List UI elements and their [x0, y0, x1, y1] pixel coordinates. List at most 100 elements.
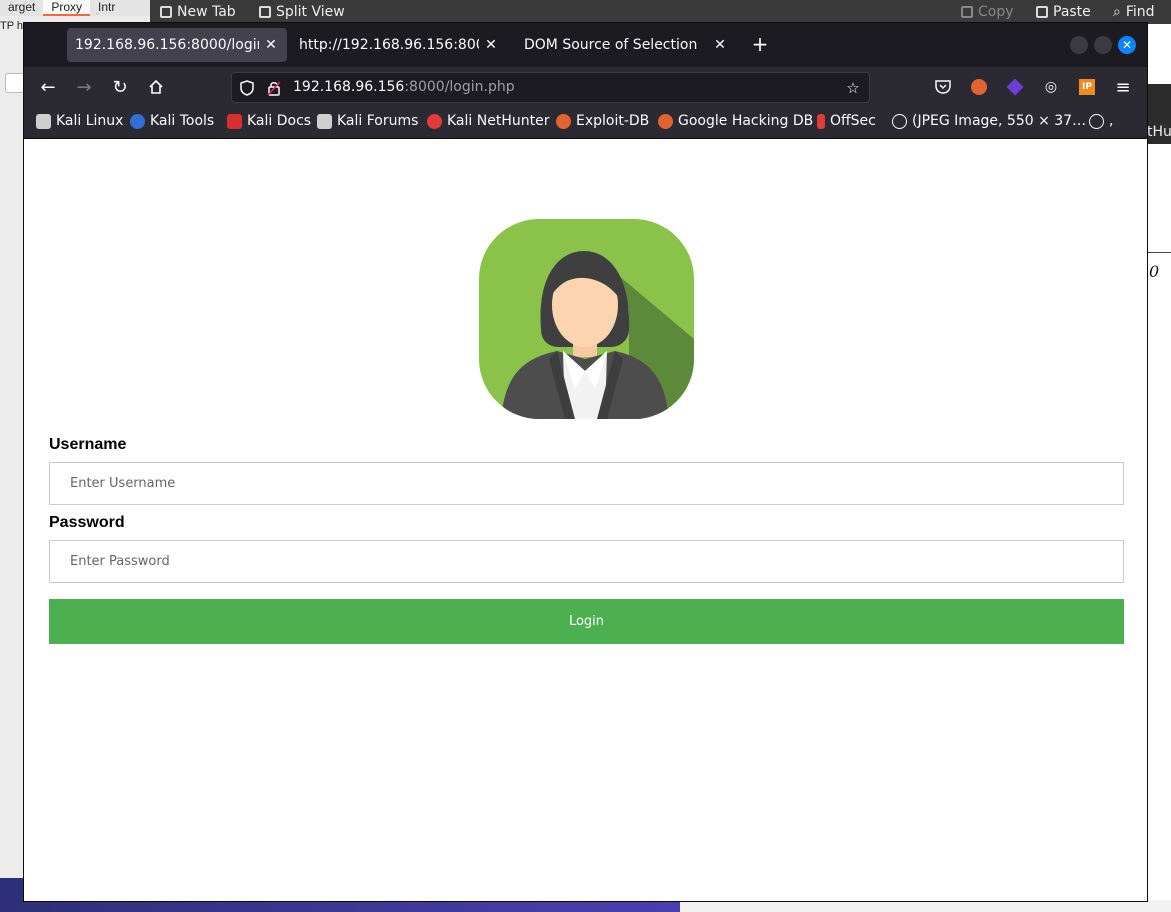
bookmark-label: Kali Forums: [337, 113, 419, 129]
pocket-svg: [935, 80, 951, 94]
nethunter-icon: [427, 113, 442, 129]
burp-tab-intruder[interactable]: Intr: [90, 0, 123, 16]
url-host: 192.168.96.156: [293, 79, 405, 95]
background-formula-text: 0: [1149, 262, 1160, 281]
divider: [1147, 252, 1171, 253]
home-icon[interactable]: [144, 75, 168, 99]
copy-label: Copy: [978, 4, 1014, 20]
shield-icon[interactable]: [238, 79, 256, 97]
password-label: Password: [49, 514, 125, 531]
ghdb-icon: [658, 113, 673, 129]
extension-foxyproxy-icon[interactable]: [968, 76, 990, 98]
split-view-label: Split View: [276, 4, 345, 20]
find-label: Find: [1125, 4, 1155, 20]
bookmark-kali-linux[interactable]: Kali Linux: [36, 113, 123, 129]
burp-subtab-http[interactable]: TP h: [0, 20, 23, 32]
bookmark-label: (JPEG Image, 550 × 37…: [912, 113, 1087, 129]
extension-ip-icon[interactable]: IP: [1076, 76, 1098, 98]
url-path: :8000/login.php: [404, 79, 515, 95]
maximize-button[interactable]: [1094, 36, 1112, 54]
split-view-button[interactable]: Split View: [259, 4, 345, 20]
close-icon[interactable]: ✕: [263, 37, 279, 53]
globe-icon: [1089, 113, 1104, 129]
new-tab-label: New Tab: [177, 4, 236, 20]
bookmark-jpeg-image[interactable]: (JPEG Image, 550 × 37…: [892, 113, 1086, 129]
wappalyzer-shape: [1006, 78, 1024, 96]
bookmark-label: Google Hacking DB: [678, 113, 814, 129]
globe-icon: [892, 113, 907, 129]
new-tab-plus-icon[interactable]: +: [748, 32, 772, 58]
paste-label: Paste: [1053, 4, 1091, 20]
login-button[interactable]: Login: [49, 599, 1124, 644]
password-input[interactable]: [49, 540, 1124, 583]
background-text: tHu: [1147, 124, 1171, 140]
back-arrow-icon[interactable]: ←: [36, 75, 60, 99]
exploit-db-icon: [556, 113, 571, 129]
ip-badge: IP: [1079, 79, 1095, 95]
tab-dom-source[interactable]: DOM Source of Selection ✕: [516, 28, 736, 62]
bookmark-offsec[interactable]: OffSec: [817, 113, 876, 129]
bookmark-exploit-db[interactable]: Exploit-DB: [556, 113, 649, 129]
user-avatar-image: [479, 219, 694, 419]
new-tab-icon: [160, 6, 172, 18]
lock-svg: [267, 81, 281, 96]
bookmark-label: Kali Tools: [150, 113, 215, 129]
close-icon[interactable]: ✕: [712, 37, 728, 53]
tab-label: DOM Source of Selection: [524, 37, 698, 53]
burp-tab-proxy[interactable]: Proxy: [43, 0, 91, 16]
bookmark-kali-docs[interactable]: Kali Docs: [227, 113, 311, 129]
tab-login-url[interactable]: http://192.168.96.156:8000/login.php ✕: [291, 28, 507, 62]
tab-label: 192.168.96.156:8000/login.php: [75, 37, 259, 53]
pocket-icon[interactable]: [932, 76, 954, 98]
bookmark-label: Kali Linux: [56, 113, 124, 129]
reload-icon[interactable]: ↻: [108, 75, 132, 99]
home-svg: [149, 79, 163, 94]
bookmark-star-icon[interactable]: ☆: [844, 79, 862, 97]
bookmark-label: Kali NetHunter: [447, 113, 550, 129]
bookmark-untitled[interactable]: ,: [1089, 113, 1113, 129]
bookmark-label: ,: [1109, 113, 1114, 129]
tab-bar: 192.168.96.156:8000/login.php ✕ http://1…: [24, 23, 1147, 67]
kali-docs-icon: [227, 113, 242, 129]
navigation-toolbar: ← → ↻ 192.168.96.156:8000/login.php ☆ ◎ …: [24, 67, 1147, 107]
cookie-icon[interactable]: ◎: [1040, 76, 1062, 98]
extension-wappalyzer-icon[interactable]: [1004, 76, 1026, 98]
login-page: Username Password Login: [24, 139, 1147, 901]
url-bar[interactable]: 192.168.96.156:8000/login.php ☆: [231, 72, 870, 103]
kali-forums-icon: [317, 113, 332, 129]
burp-tab-target[interactable]: arget: [0, 0, 43, 16]
bookmark-kali-tools[interactable]: Kali Tools: [130, 113, 214, 129]
background-window-right: tHu 0: [1147, 24, 1171, 912]
insecure-lock-icon[interactable]: [265, 79, 283, 97]
bookmark-kali-forums[interactable]: Kali Forums: [317, 113, 418, 129]
tab-login[interactable]: 192.168.96.156:8000/login.php ✕: [67, 28, 287, 62]
copy-icon: [961, 6, 973, 18]
kali-dragon-icon: [36, 113, 51, 129]
search-icon: ⌕: [1113, 4, 1121, 20]
username-input[interactable]: [49, 462, 1124, 505]
bookmark-google-hacking-db[interactable]: Google Hacking DB: [658, 113, 813, 129]
bookmark-label: Kali Docs: [247, 113, 312, 129]
new-tab-button[interactable]: New Tab: [160, 4, 236, 20]
copy-button[interactable]: Copy: [961, 4, 1014, 20]
shield-svg: [240, 80, 254, 96]
paste-button[interactable]: Paste: [1036, 4, 1091, 20]
close-icon[interactable]: ✕: [483, 37, 499, 53]
firefox-window: 192.168.96.156:8000/login.php ✕ http://1…: [23, 22, 1148, 902]
minimize-button[interactable]: [1070, 36, 1088, 54]
url-text[interactable]: 192.168.96.156:8000/login.php: [293, 79, 515, 95]
bookmark-label: Exploit-DB: [576, 113, 650, 129]
window-close-button[interactable]: ✕: [1118, 36, 1136, 54]
offsec-icon: [817, 113, 825, 129]
menu-hamburger-icon[interactable]: ≡: [1112, 76, 1134, 98]
background-toolbar: New Tab Split View Copy Paste ⌕ Find: [150, 0, 1171, 24]
bookmark-kali-nethunter[interactable]: Kali NetHunter: [427, 113, 549, 129]
find-button[interactable]: ⌕ Find: [1113, 4, 1155, 20]
kali-tools-icon: [130, 113, 145, 129]
burp-tab-bar: arget Proxy Intr: [0, 0, 150, 16]
foxy-shape: [971, 79, 987, 95]
bookmark-label: OffSec: [830, 113, 876, 129]
forward-arrow-icon[interactable]: →: [72, 75, 96, 99]
tab-label: http://192.168.96.156:8000/login.php: [299, 37, 479, 53]
paste-icon: [1036, 6, 1048, 18]
